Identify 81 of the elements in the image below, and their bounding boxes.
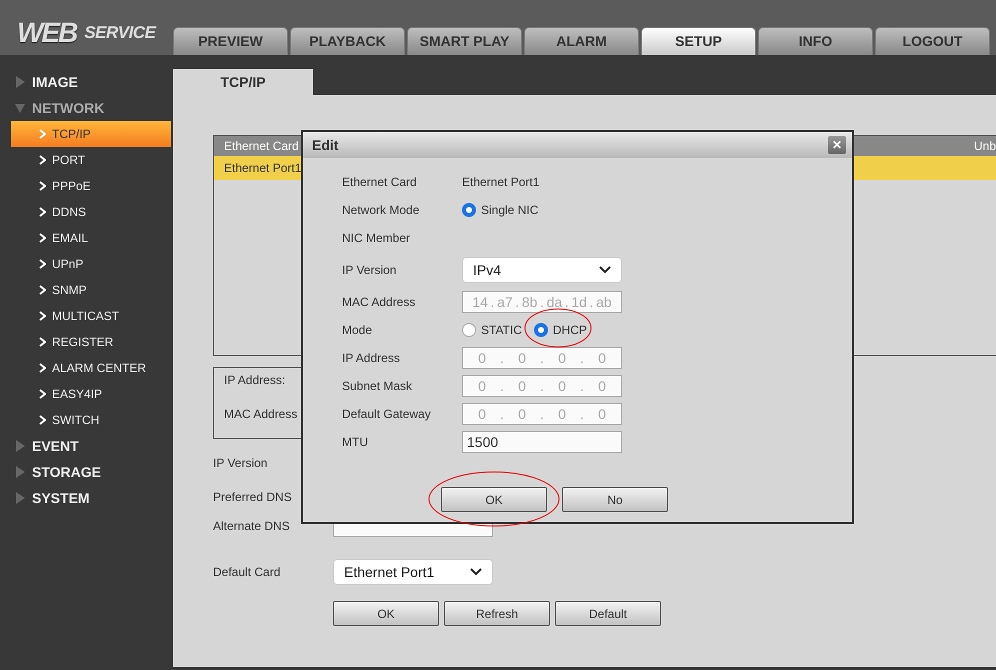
- sidebar-subitem[interactable]: DDNS: [11, 199, 171, 225]
- field-label: Alternate DNS: [213, 518, 291, 535]
- nav-tab[interactable]: INFO: [758, 27, 873, 55]
- nav-tab[interactable]: SETUP: [641, 27, 756, 55]
- nav-tab[interactable]: LOGOUT: [875, 27, 990, 55]
- form-button[interactable]: Refresh: [444, 601, 550, 626]
- column-header: Ethernet Card: [224, 138, 299, 155]
- nav-tab[interactable]: PREVIEW: [173, 27, 288, 55]
- chevron-icon: [39, 181, 46, 191]
- info-label: IP Address:: [224, 372, 286, 389]
- radio-button[interactable]: [462, 203, 476, 217]
- chevron-icon: [39, 155, 46, 165]
- nav-tab[interactable]: ALARM: [524, 27, 639, 55]
- field-label: Default Gateway: [342, 406, 432, 423]
- radio-button[interactable]: [462, 323, 476, 337]
- collapse-triangle-icon: [15, 102, 25, 114]
- field-label: MAC Address: [342, 294, 416, 311]
- expand-triangle-icon: [15, 440, 25, 452]
- chevron-icon: [39, 389, 46, 399]
- field-label: IP Address: [342, 350, 401, 367]
- chevron-icon: [39, 207, 46, 217]
- sidebar-subitem[interactable]: ALARM CENTER: [11, 355, 171, 381]
- page-tab[interactable]: TCP/IP: [173, 69, 313, 95]
- chevron-icon: [39, 259, 46, 269]
- form-button[interactable]: Default: [555, 601, 661, 626]
- logo-text: WEB: [17, 16, 76, 50]
- mtu-field[interactable]: 1500: [462, 431, 622, 453]
- sidebar-item[interactable]: EVENT: [0, 433, 171, 459]
- dialog-button[interactable]: No: [562, 487, 668, 512]
- close-button[interactable]: ✕: [828, 136, 846, 154]
- sidebar-item[interactable]: IMAGE: [0, 69, 171, 95]
- radio-button[interactable]: [534, 323, 548, 337]
- field-label: Subnet Mask: [342, 378, 414, 395]
- radio-label: DHCP: [552, 322, 587, 339]
- dialog-title: Edit: [312, 136, 338, 154]
- field-value: Ethernet Port1: [462, 174, 540, 191]
- radio-label: Single NIC: [481, 202, 538, 219]
- field-label: Ethernet Card: [342, 174, 418, 191]
- sidebar-item[interactable]: SYSTEM: [0, 485, 171, 511]
- sidebar-subitem[interactable]: MULTICAST: [11, 303, 171, 329]
- chevron-icon: [39, 233, 46, 243]
- field-label: Mode: [342, 322, 374, 339]
- field-label: MTU: [342, 434, 369, 451]
- field-label: IP Version: [213, 455, 268, 472]
- sidebar-subitem[interactable]: SNMP: [11, 277, 171, 303]
- expand-triangle-icon: [15, 466, 25, 478]
- form-button[interactable]: OK: [333, 601, 439, 626]
- sidebar-subitem[interactable]: SWITCH: [11, 407, 171, 433]
- field-label: NIC Member: [342, 230, 412, 247]
- nav-tab[interactable]: SMART PLAY: [407, 27, 522, 55]
- ip-version-select[interactable]: IPv4: [462, 257, 622, 283]
- sidebar-item[interactable]: STORAGE: [0, 459, 171, 485]
- dialog-button[interactable]: OK: [441, 487, 547, 512]
- logo-subtitle: SERVICE: [84, 22, 156, 44]
- chevron-icon: [39, 337, 46, 347]
- sidebar-item[interactable]: NETWORK: [0, 95, 171, 121]
- sidebar-subitem[interactable]: PORT: [11, 147, 171, 173]
- sidebar-subitem[interactable]: UPnP: [11, 251, 171, 277]
- nav-tab[interactable]: PLAYBACK: [290, 27, 405, 55]
- caret-icon: [470, 568, 482, 576]
- expand-triangle-icon: [15, 76, 25, 88]
- default-card-select[interactable]: Ethernet Port1: [333, 559, 493, 585]
- field-label: Preferred DNS: [213, 489, 293, 506]
- chevron-icon: [39, 415, 46, 425]
- sidebar-subitem[interactable]: EASY4IP: [11, 381, 171, 407]
- radio-label: STATIC: [481, 322, 522, 339]
- column-header: Unb: [974, 138, 996, 155]
- sidebar-subitem[interactable]: PPPoE: [11, 173, 171, 199]
- sidebar-subitem[interactable]: REGISTER: [11, 329, 171, 355]
- sidebar-subitem[interactable]: EMAIL: [11, 225, 171, 251]
- chevron-icon: [39, 363, 46, 373]
- caret-icon: [599, 266, 611, 274]
- info-label: MAC Address: [224, 406, 298, 423]
- chevron-icon: [39, 129, 46, 139]
- field-label: Network Mode: [342, 202, 420, 219]
- field-label: IP Version: [342, 262, 398, 279]
- chevron-icon: [39, 285, 46, 295]
- chevron-icon: [39, 311, 46, 321]
- field-label: Default Card: [213, 564, 282, 581]
- expand-triangle-icon: [15, 492, 25, 504]
- sidebar-subitem[interactable]: TCP/IP: [11, 121, 171, 147]
